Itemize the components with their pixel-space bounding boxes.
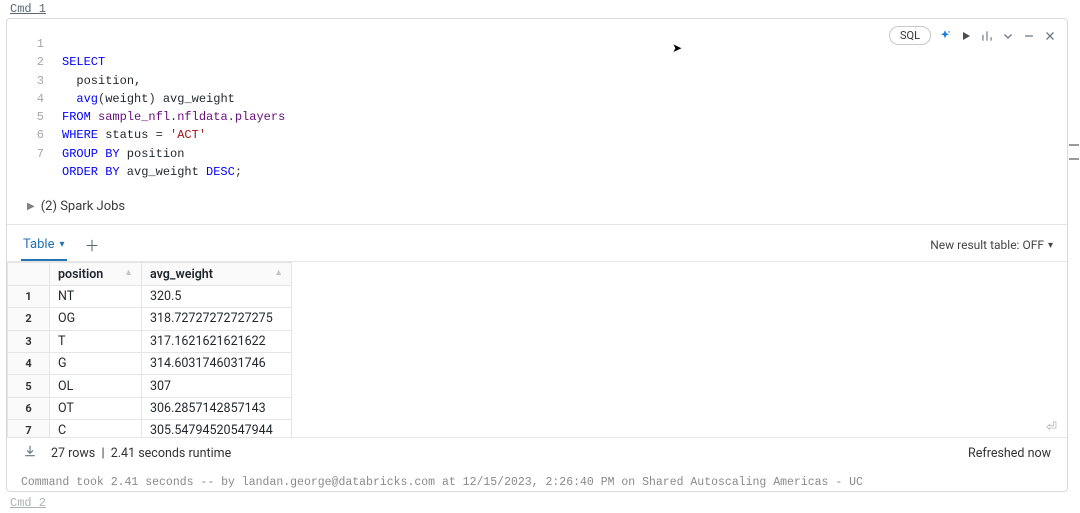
cell-avg-weight: 307 (142, 375, 292, 397)
command-footer: Command took 2.41 seconds -- by landan.g… (7, 468, 1067, 491)
header-position[interactable]: position▲ (50, 263, 142, 285)
minimize-icon[interactable] (1022, 29, 1036, 43)
add-tab-button[interactable]: ＋ (85, 235, 100, 256)
line-gutter: 1 2 3 4 5 6 7 (7, 35, 62, 181)
language-selector[interactable]: SQL (889, 26, 931, 45)
chevron-down-icon: ▾ (59, 239, 64, 250)
table-row[interactable]: 1NT320.5 (8, 285, 292, 307)
close-icon[interactable] (1043, 29, 1057, 43)
cell-position: T (50, 330, 142, 352)
table-row[interactable]: 5OL307 (8, 375, 292, 397)
results-bar: Table ▾ ＋ New result table: OFF ▾ (7, 224, 1067, 261)
code-editor[interactable]: 1 2 3 4 5 6 7 SELECT position, avg(weigh… (7, 19, 1067, 193)
cell-position: C (50, 420, 142, 438)
tab-table[interactable]: Table ▾ (21, 229, 67, 261)
cell-label: Cmd 1 (6, 0, 50, 18)
row-count: 27 rows | 2.41 seconds runtime (51, 446, 231, 461)
table-row[interactable]: 4G314.6031746031746 (8, 352, 292, 374)
return-icon: ⏎ (1046, 420, 1057, 435)
row-num: 6 (8, 397, 50, 419)
assist-icon[interactable] (938, 29, 952, 43)
row-num: 4 (8, 352, 50, 374)
table-row[interactable]: 7C305.54794520547944 (8, 420, 292, 438)
status-bar: 27 rows | 2.41 seconds runtime Refreshed… (7, 437, 1067, 468)
sort-icon[interactable]: ▲ (274, 267, 283, 278)
table-row[interactable]: 6OT306.2857142857143 (8, 397, 292, 419)
download-icon[interactable] (23, 444, 37, 462)
chevron-right-icon: ▶ (27, 201, 35, 212)
new-result-table-toggle[interactable]: New result table: OFF ▾ (930, 238, 1053, 252)
cell-position: OG (50, 308, 142, 330)
cell-avg-weight: 306.2857142857143 (142, 397, 292, 419)
run-button[interactable] (959, 29, 973, 43)
table-row[interactable]: 3T317.1621621621622 (8, 330, 292, 352)
expand-down-icon[interactable] (1001, 29, 1015, 43)
row-num: 5 (8, 375, 50, 397)
notebook-cell: ➤ SQL 1 2 3 4 5 6 7 SE (6, 18, 1068, 492)
row-num: 2 (8, 308, 50, 330)
cell-avg-weight: 314.6031746031746 (142, 352, 292, 374)
results-table-wrap[interactable]: position▲ avg_weight▲ 1NT320.52OG318.727… (7, 261, 1067, 437)
code-content[interactable]: SELECT position, avg(weight) avg_weight … (62, 35, 285, 181)
table-row[interactable]: 2OG318.72727272727275 (8, 308, 292, 330)
header-rownum[interactable] (8, 263, 50, 285)
cell-position: OT (50, 397, 142, 419)
row-num: 1 (8, 285, 50, 307)
refreshed-label: Refreshed now (968, 446, 1051, 461)
cell-avg-weight: 305.54794520547944 (142, 420, 292, 438)
resize-handle[interactable] (1069, 144, 1079, 160)
cell-position: NT (50, 285, 142, 307)
cell-toolbar: SQL (889, 26, 1057, 45)
row-num: 7 (8, 420, 50, 438)
spark-jobs-toggle[interactable]: ▶ (2) Spark Jobs (7, 193, 1067, 224)
sort-icon[interactable]: ▲ (124, 267, 133, 278)
cell-avg-weight: 317.1621621621622 (142, 330, 292, 352)
chevron-down-icon: ▾ (1048, 240, 1053, 251)
chart-icon[interactable] (980, 29, 994, 43)
cell-position: G (50, 352, 142, 374)
row-num: 3 (8, 330, 50, 352)
results-table: position▲ avg_weight▲ 1NT320.52OG318.727… (7, 262, 292, 437)
cell-position: OL (50, 375, 142, 397)
cell-avg-weight: 320.5 (142, 285, 292, 307)
next-cell-label: Cmd 2 (6, 494, 50, 512)
cell-avg-weight: 318.72727272727275 (142, 308, 292, 330)
header-avg-weight[interactable]: avg_weight▲ (142, 263, 292, 285)
